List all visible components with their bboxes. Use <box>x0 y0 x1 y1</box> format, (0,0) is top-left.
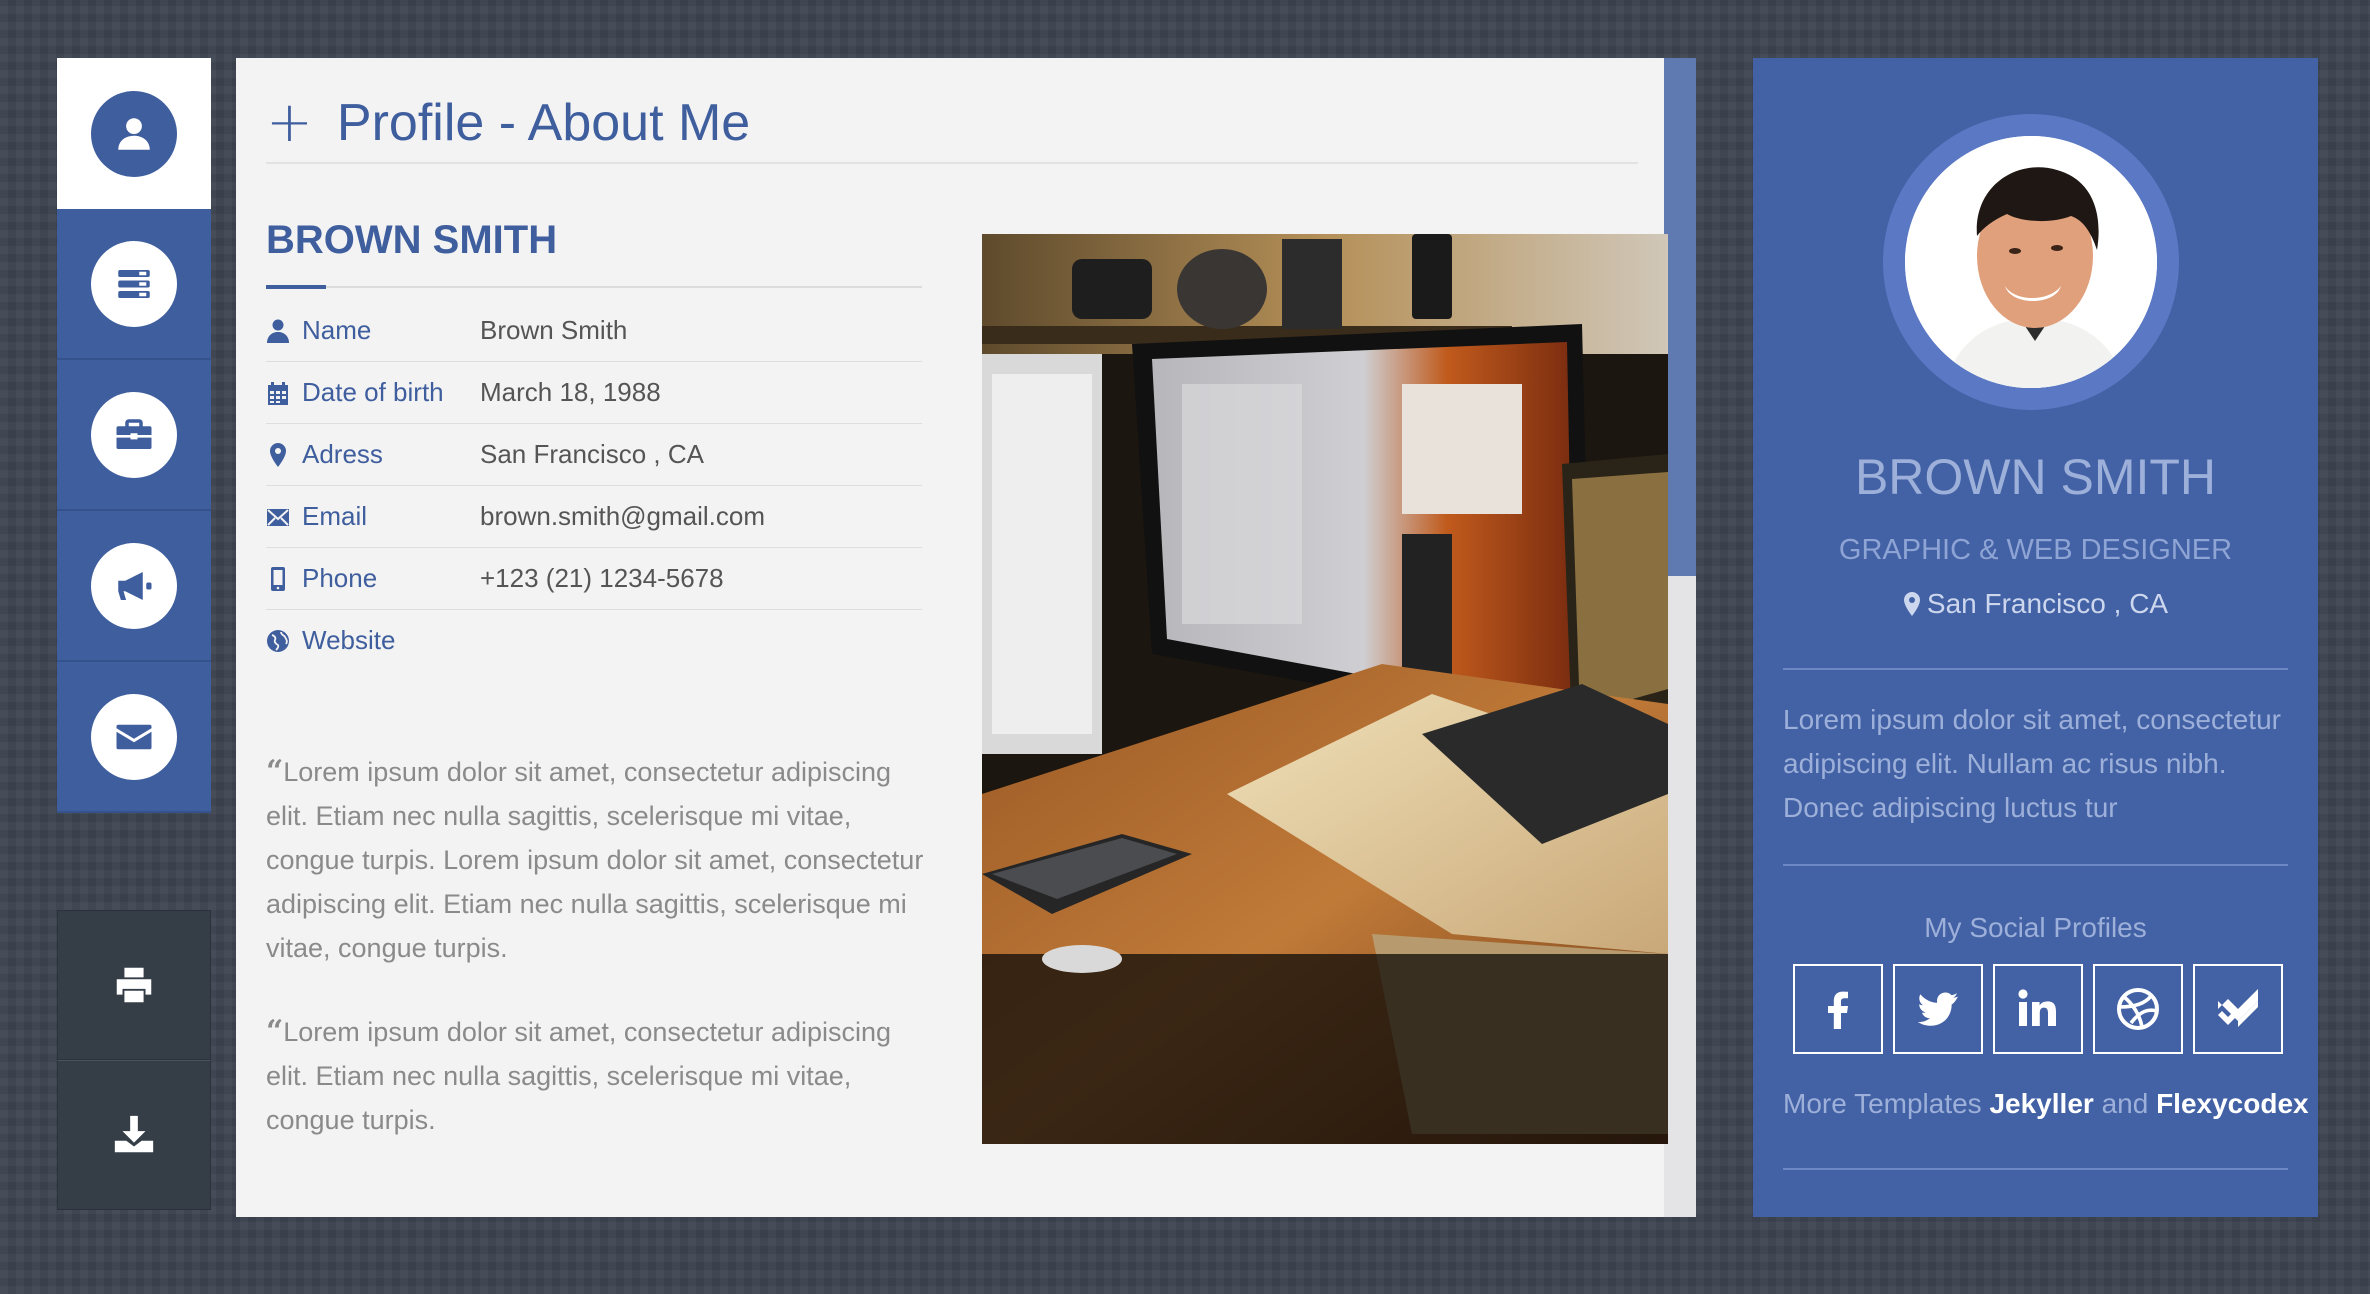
profile-card: BROWN SMITH GRAPHIC & WEB DESIGNER San F… <box>1753 58 2318 1217</box>
avatar-ring <box>1883 114 2179 410</box>
name-divider <box>266 285 922 289</box>
card-location-text: San Francisco , CA <box>1926 588 2169 619</box>
scrollbar-track[interactable] <box>1664 58 1696 1217</box>
quote-icon: “ <box>266 754 284 789</box>
jekyller-link[interactable]: Jekyller <box>1989 1088 2093 1119</box>
page-header: + Profile - About Me <box>266 84 1638 164</box>
scrollbar-thumb[interactable] <box>1664 58 1696 576</box>
card-divider <box>1783 668 2288 670</box>
card-bio: Lorem ipsum dolor sit amet, consectetur … <box>1783 704 2281 823</box>
download-icon <box>114 1115 154 1153</box>
map-marker-icon <box>1903 592 1920 616</box>
quote-text: Lorem ipsum dolor sit amet, consectetur … <box>266 1017 892 1135</box>
linkedin-icon <box>2018 989 2056 1026</box>
info-value: brown.smith@gmail.com <box>480 501 766 531</box>
dribbble-button[interactable] <box>2093 964 2183 1054</box>
info-label: Website <box>302 625 396 655</box>
nav-item-resume[interactable] <box>57 209 211 360</box>
flexycodex-link[interactable]: Flexycodex <box>2156 1088 2309 1119</box>
quote-paragraph: “Lorem ipsum dolor sit amet, consectetur… <box>266 750 926 970</box>
print-button[interactable] <box>57 910 211 1060</box>
facebook-button[interactable] <box>1793 964 1883 1054</box>
person-name: BROWN SMITH <box>266 218 558 262</box>
page-title: Profile - About Me <box>336 94 751 152</box>
main-panel: + Profile - About Me BROWN SMITH Name Br… <box>236 58 1696 1217</box>
info-label: Email <box>302 501 368 531</box>
left-nav <box>57 58 211 813</box>
quote-icon: “ <box>266 1014 284 1049</box>
nav-circle <box>91 240 177 327</box>
list-icon <box>118 269 150 298</box>
card-location: San Francisco , CA <box>1753 588 2318 620</box>
info-row-name: Name Brown Smith <box>266 300 922 362</box>
more-prefix: More Templates <box>1783 1088 1982 1119</box>
more-and: and <box>2101 1088 2149 1119</box>
workspace-illustration <box>982 234 1668 1144</box>
quote-paragraph: “Lorem ipsum dolor sit amet, consectetur… <box>266 1010 926 1142</box>
envelope-icon <box>116 724 152 749</box>
twitter-icon <box>1917 992 1958 1026</box>
nav-item-blog[interactable] <box>57 511 211 662</box>
info-row-address: Adress San Francisco , CA <box>266 424 922 486</box>
info-label: Name <box>302 315 372 345</box>
info-label: Date of birth <box>302 377 444 407</box>
nav-item-portfolio[interactable] <box>57 360 211 511</box>
card-role: GRAPHIC & WEB DESIGNER <box>1838 534 2233 566</box>
avatar <box>1905 136 2157 388</box>
megaphone-icon <box>118 571 152 600</box>
calendar-icon <box>266 380 290 406</box>
facebook-icon <box>1828 991 1848 1029</box>
map-marker-icon <box>266 442 290 468</box>
nav-circle <box>91 391 177 478</box>
envelope-icon <box>266 504 290 530</box>
download-button[interactable] <box>57 1060 211 1210</box>
more-templates: More Templates Jekyller and Flexycodex <box>1783 1088 2309 1120</box>
card-divider <box>1783 1168 2288 1170</box>
print-icon <box>116 967 152 1003</box>
info-row-email: Email brown.smith@gmail.com <box>266 486 922 548</box>
nav-circle <box>91 542 177 629</box>
nav-circle <box>91 693 177 780</box>
info-label: Phone <box>302 563 378 593</box>
phone-icon <box>266 566 290 592</box>
avatar-illustration <box>1905 136 2157 388</box>
info-row-dob: Date of birth March 18, 1988 <box>266 362 922 424</box>
nav-item-contact[interactable] <box>57 662 211 813</box>
info-row-phone: Phone +123 (21) 1234-5678 <box>266 548 922 610</box>
info-value: Brown Smith <box>480 315 628 345</box>
info-value: +123 (21) 1234-5678 <box>480 563 724 593</box>
info-row-website: Website sc.chinaz.com <box>266 610 922 671</box>
user-icon <box>266 318 290 344</box>
globe-icon <box>266 628 290 654</box>
workspace-photo <box>982 234 1668 1144</box>
social-links <box>1793 964 2283 1054</box>
briefcase-icon <box>116 418 152 449</box>
user-icon <box>118 117 150 150</box>
linkedin-button[interactable] <box>1993 964 2083 1054</box>
website-link[interactable]: sc.chinaz.com <box>480 625 645 656</box>
social-title: My Social Profiles <box>1924 912 2147 943</box>
info-label: Adress <box>302 439 383 469</box>
tool-bar <box>57 910 211 1210</box>
flexy-button[interactable] <box>2193 964 2283 1054</box>
dribbble-icon <box>2117 988 2159 1030</box>
info-value: San Francisco , CA <box>480 439 704 469</box>
twitter-button[interactable] <box>1893 964 1983 1054</box>
nav-circle <box>91 90 177 177</box>
nav-item-profile[interactable] <box>57 58 211 209</box>
flexy-icon <box>2218 989 2258 1027</box>
card-divider <box>1783 864 2288 866</box>
card-name: BROWN SMITH <box>1854 449 2217 505</box>
profile-info: BROWN SMITH Name Brown Smith Date of bir… <box>266 218 922 671</box>
plus-icon: + <box>266 90 313 155</box>
quote-text: Lorem ipsum dolor sit amet, consectetur … <box>266 757 924 963</box>
info-value: March 18, 1988 <box>480 377 661 407</box>
info-table: Name Brown Smith Date of birth March 18,… <box>266 300 922 671</box>
